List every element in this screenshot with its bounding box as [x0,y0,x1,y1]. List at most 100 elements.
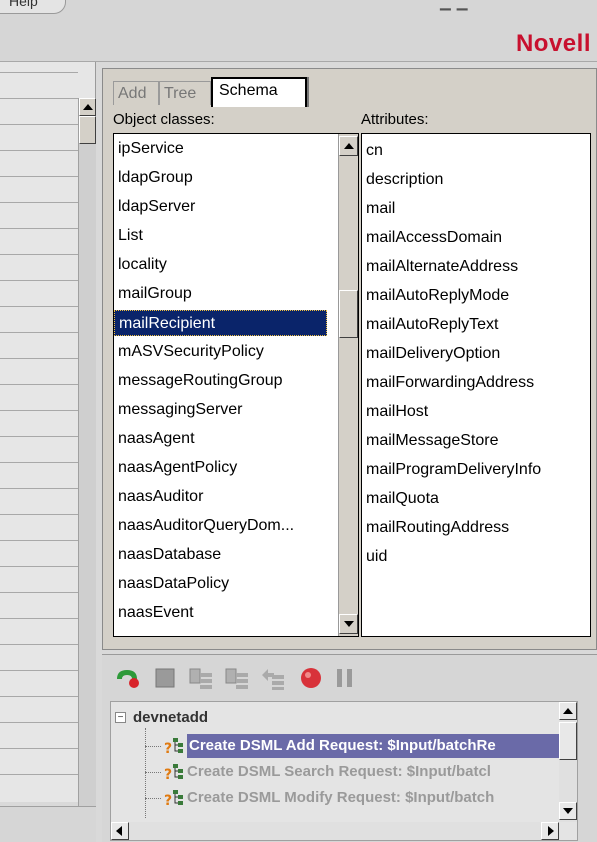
tree-root-label[interactable]: devnetadd [133,706,208,730]
stop-icon[interactable] [152,665,178,691]
object-class-item[interactable]: messageRoutingGroup [118,368,283,394]
tree-scroll-down-button[interactable] [559,802,577,820]
left-list-row-divider [0,358,78,359]
object-classes-list[interactable]: ipService ldapGroup ldapServer List locality… [113,133,359,637]
attribute-item[interactable]: mailQuota [366,486,439,512]
tree-horizontal-scrollbar[interactable] [111,822,559,840]
object-class-item[interactable]: locality [118,252,167,278]
tree-connector [145,728,146,818]
left-list-row-divider [0,410,78,411]
tab-schema[interactable]: Schema [211,77,307,107]
arrow-right-icon [548,826,554,836]
attribute-item[interactable]: description [366,167,443,193]
run-icon[interactable] [114,665,140,691]
object-class-item[interactable]: ldapServer [118,194,195,220]
left-list-row-divider [0,514,78,515]
attribute-item[interactable]: mailAutoReplyText [366,312,499,338]
step-over-icon[interactable] [224,665,250,691]
object-classes-scroll-down-button[interactable] [339,614,358,634]
tree-scroll-right-button[interactable] [541,822,559,840]
arrow-up-icon [83,104,93,110]
tab-add[interactable]: Add [113,81,159,105]
svg-text:?: ? [164,767,172,783]
arrow-up-icon [563,708,573,714]
record-icon[interactable] [298,665,324,691]
left-list-row-divider [0,488,78,489]
attribute-item[interactable]: mailMessageStore [366,428,499,454]
tree-connector [145,746,161,747]
object-class-item[interactable]: mASVSecurityPolicy [118,339,264,365]
attribute-item[interactable]: mailDeliveryOption [366,341,500,367]
attribute-item[interactable]: mail [366,196,395,222]
brand-logo: Novell [515,30,591,57]
object-class-item[interactable]: naasEvent [118,600,194,626]
tab-label: Schema [219,82,278,99]
object-class-item[interactable]: naasAuditor [118,484,203,510]
pause-icon[interactable] [332,665,358,691]
object-class-item[interactable]: mailGroup [118,281,192,307]
object-class-item[interactable]: naasAgent [118,426,195,452]
object-class-item[interactable]: naasAuditorQueryDom... [118,513,294,539]
tree-item-label[interactable]: Create DSML Search Request: $Input/batcl [187,760,491,784]
attribute-item[interactable]: mailRoutingAddress [366,515,509,541]
rule-icon: ? [164,790,183,809]
left-list-row-divider [0,332,78,333]
object-classes-scrollbar[interactable] [338,134,358,636]
step-out-icon[interactable] [260,665,286,691]
object-class-item[interactable]: naasDataPolicy [118,571,229,597]
step-into-icon[interactable] [188,665,214,691]
left-list-row-divider [0,748,78,749]
svg-text:?: ? [164,793,172,809]
rule-icon: ? [164,738,183,757]
object-classes-scroll-up-button[interactable] [339,136,358,156]
attribute-item[interactable]: uid [366,544,387,570]
minimize-icon[interactable]: ▁ [440,0,457,10]
left-list-row-divider [0,436,78,437]
attribute-item[interactable]: mailAutoReplyMode [366,283,509,309]
left-list-row-divider [0,540,78,541]
object-class-item[interactable]: naasDatabase [118,542,221,568]
left-scroll-up-button[interactable] [79,98,96,116]
object-class-item[interactable]: ipService [118,136,184,162]
attribute-item[interactable]: mailAlternateAddress [366,254,518,280]
left-panel [0,62,96,826]
left-list-row-divider [0,722,78,723]
tab-label: Add [118,85,147,102]
tree-scroll-up-button[interactable] [559,702,577,720]
left-list-row-divider [0,670,78,671]
collapse-icon[interactable]: − [115,712,126,723]
left-list-row-divider [0,384,78,385]
object-class-item[interactable]: messagingServer [118,397,243,423]
top-bar: Help ▁▁ Novell [0,0,597,62]
help-menu[interactable]: Help [0,0,66,14]
tree-vertical-scrollbar[interactable] [559,702,577,822]
left-list-row-divider [0,228,78,229]
attribute-item[interactable]: mailHost [366,399,428,425]
tree-scroll-thumb[interactable] [559,722,577,760]
left-scroll-thumb[interactable] [79,116,96,144]
tab-tree[interactable]: Tree [159,81,211,105]
attribute-item[interactable]: mailAccessDomain [366,225,502,251]
left-vertical-scrollbar[interactable] [78,98,96,826]
left-list-row-divider [0,202,78,203]
tree-item-label[interactable]: Create DSML Add Request: $Input/batchRe [187,734,559,758]
attribute-item[interactable]: mailForwardingAddress [366,370,534,396]
maximize-icon[interactable]: ▁ [457,0,474,10]
left-list-row-divider [0,124,78,125]
tree-scroll-left-button[interactable] [111,822,129,840]
left-list-row-divider [0,566,78,567]
object-classes-scroll-thumb[interactable] [339,290,358,338]
attributes-list[interactable]: cn description mail mailAccessDomain mailAlt… [361,133,591,637]
object-class-item[interactable]: List [118,223,143,249]
left-list-row-divider [0,150,78,151]
left-list[interactable] [0,72,78,798]
attribute-item[interactable]: cn [366,138,383,164]
tree-item-label[interactable]: Create DSML Modify Request: $Input/batch [187,786,494,810]
object-class-item[interactable]: naasAgentPolicy [118,455,237,481]
window-controls[interactable]: ▁▁ [440,0,474,11]
attribute-item[interactable]: mailProgramDeliveryInfo [366,457,541,483]
object-class-item[interactable]: mailRecipient [114,310,327,336]
bottom-panel: − devnetadd ? Create DSML Add Request: $I… [102,654,597,842]
object-class-item[interactable]: ldapGroup [118,165,193,191]
policy-tree[interactable]: − devnetadd ? Create DSML Add Request: $I… [110,701,578,841]
